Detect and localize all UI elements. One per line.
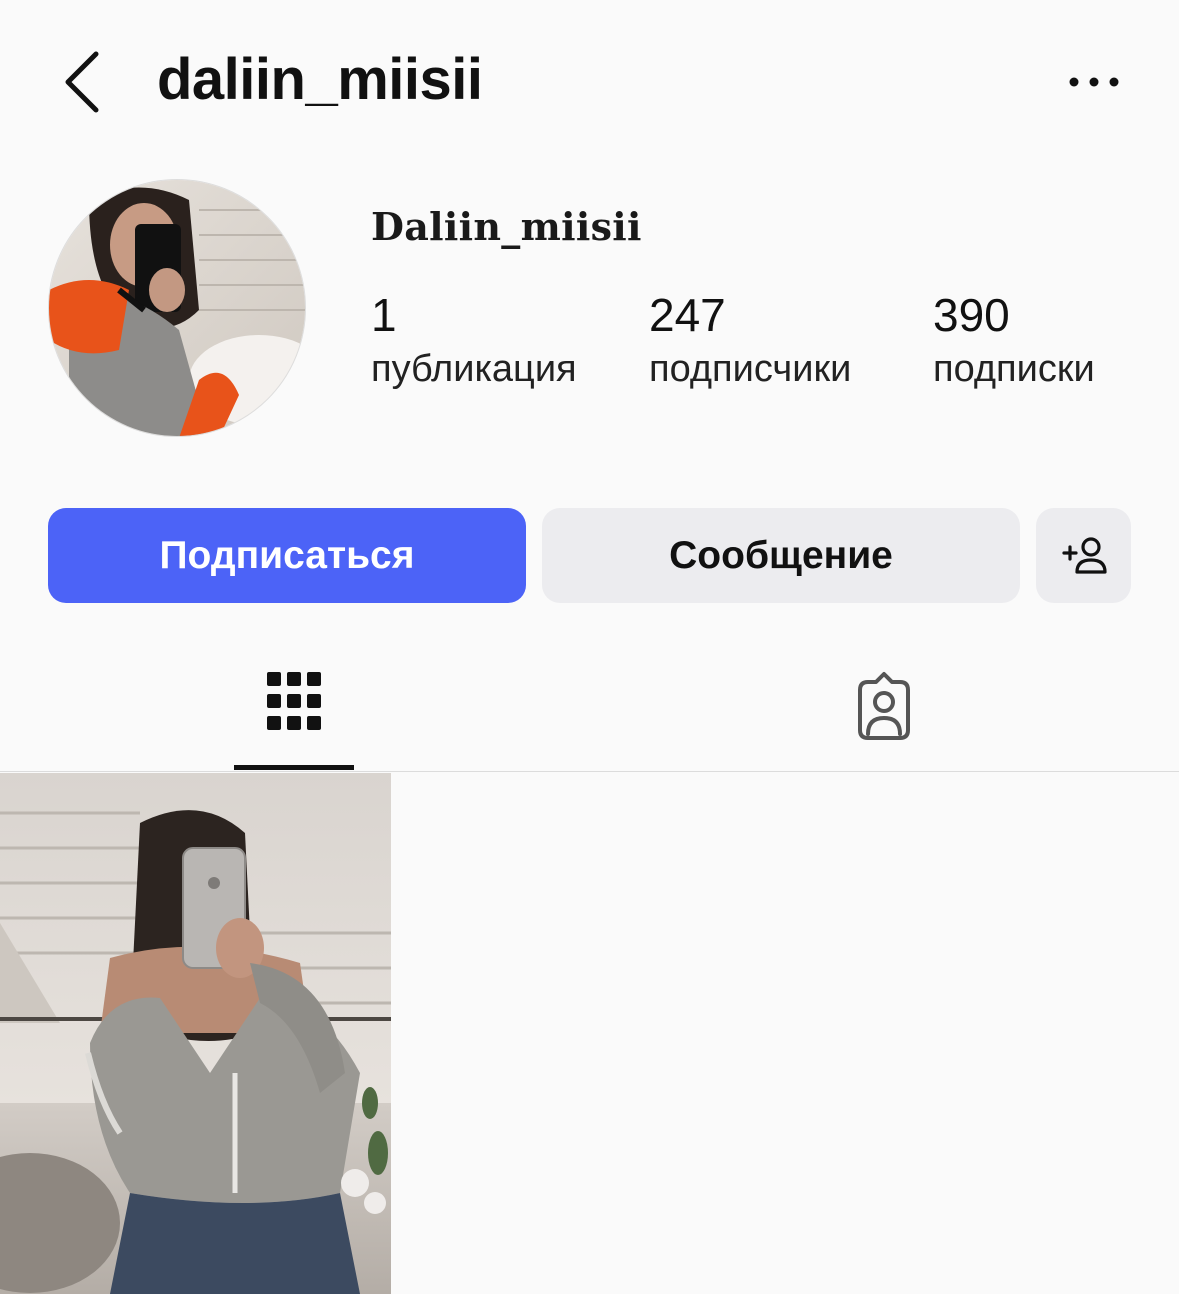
add-user-button[interactable] bbox=[1036, 508, 1131, 603]
posts-label: публикация bbox=[371, 348, 577, 390]
profile-screen: daliin_miisii Daliin_miisii 1 публикация… bbox=[0, 0, 1179, 1294]
posts-count: 1 bbox=[371, 289, 397, 341]
tagged-person-icon bbox=[858, 672, 910, 740]
add-person-icon bbox=[1061, 536, 1107, 574]
post-photo bbox=[0, 773, 391, 1294]
tab-posts-grid[interactable] bbox=[234, 660, 354, 772]
following-count: 390 bbox=[933, 289, 1010, 341]
back-button[interactable] bbox=[58, 50, 108, 114]
more-horizontal-icon bbox=[1069, 77, 1119, 87]
message-button[interactable]: Сообщение bbox=[542, 508, 1020, 603]
followers-label: подписчики bbox=[649, 348, 852, 390]
stat-following[interactable]: 390 подписки bbox=[933, 288, 1095, 394]
avatar-photo bbox=[49, 180, 305, 436]
more-options-button[interactable] bbox=[1064, 68, 1124, 96]
page-title: daliin_miisii bbox=[157, 47, 483, 112]
chevron-left-icon bbox=[65, 51, 99, 113]
top-bar: daliin_miisii bbox=[0, 0, 1179, 160]
active-tab-indicator bbox=[234, 765, 354, 770]
tab-tagged[interactable] bbox=[820, 660, 948, 772]
tabs-divider bbox=[0, 771, 1179, 772]
profile-display-name: Daliin_miisii bbox=[371, 204, 642, 249]
stat-posts[interactable]: 1 публикация bbox=[371, 288, 577, 394]
grid-icon bbox=[267, 672, 321, 730]
followers-count: 247 bbox=[649, 289, 726, 341]
stat-followers[interactable]: 247 подписчики bbox=[649, 288, 851, 394]
follow-button[interactable]: Подписаться bbox=[48, 508, 526, 603]
profile-avatar[interactable] bbox=[48, 179, 306, 437]
post-thumbnail[interactable] bbox=[0, 773, 391, 1294]
following-label: подписки bbox=[933, 348, 1095, 390]
